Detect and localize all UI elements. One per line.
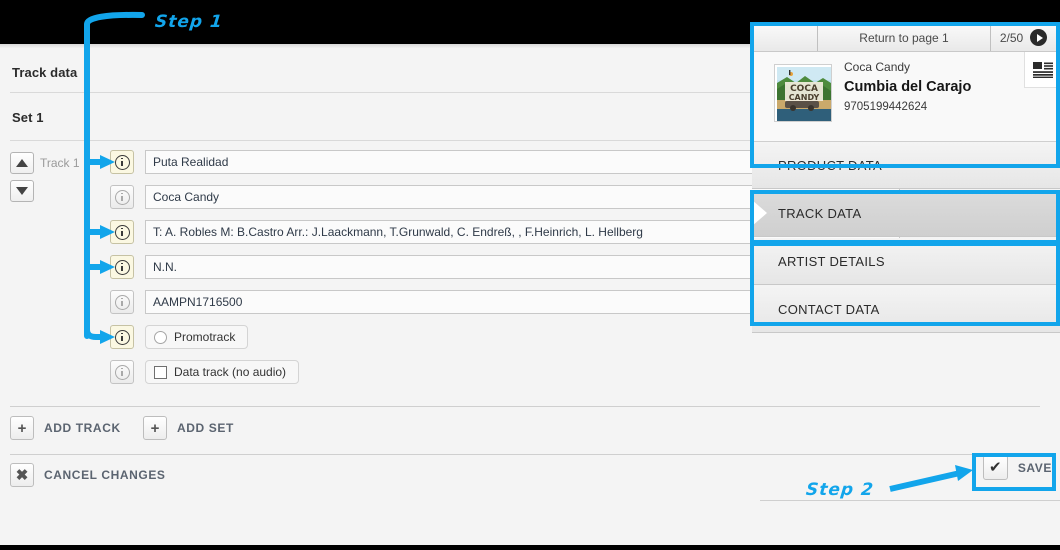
data-track-label: Data track (no audio) bbox=[174, 365, 287, 379]
info-icon bbox=[114, 154, 130, 170]
info-icon bbox=[114, 294, 130, 310]
move-track-up-button[interactable] bbox=[10, 152, 34, 174]
highlight-save-button bbox=[972, 453, 1056, 491]
checkbox-icon[interactable] bbox=[154, 365, 167, 379]
promotrack-label: Promotrack bbox=[174, 330, 236, 344]
radio-icon[interactable] bbox=[154, 330, 167, 344]
highlight-panel-bottom bbox=[750, 240, 1060, 326]
add-track-button[interactable]: + ADD TRACK bbox=[10, 416, 121, 440]
field-info-button[interactable] bbox=[110, 360, 134, 384]
field-info-button[interactable] bbox=[110, 325, 134, 349]
field-info-button[interactable] bbox=[110, 255, 134, 279]
info-icon bbox=[114, 259, 130, 275]
info-icon bbox=[114, 364, 130, 380]
set-title: Set 1 bbox=[12, 110, 44, 125]
page-title: Track data bbox=[12, 65, 78, 80]
divider bbox=[10, 454, 1040, 455]
info-icon bbox=[114, 329, 130, 345]
plus-icon: + bbox=[10, 416, 34, 440]
track-label: Track 1 bbox=[40, 156, 80, 170]
close-icon: ✖ bbox=[10, 463, 34, 487]
info-icon bbox=[114, 189, 130, 205]
triangle-up-icon bbox=[16, 159, 28, 167]
field-info-button[interactable] bbox=[110, 185, 134, 209]
add-set-button[interactable]: + ADD SET bbox=[143, 416, 234, 440]
cancel-changes-label: CANCEL CHANGES bbox=[44, 468, 166, 482]
cancel-changes-button[interactable]: ✖ CANCEL CHANGES bbox=[10, 463, 166, 487]
highlight-panel-top bbox=[750, 22, 1060, 168]
highlight-track-data-tab bbox=[750, 190, 1060, 246]
data-track-option[interactable]: Data track (no audio) bbox=[145, 360, 300, 384]
triangle-down-icon bbox=[16, 187, 28, 195]
field-info-button[interactable] bbox=[110, 150, 134, 174]
info-icon bbox=[114, 224, 130, 240]
promotrack-option[interactable]: Promotrack bbox=[145, 325, 249, 349]
field-info-button[interactable] bbox=[110, 290, 134, 314]
divider bbox=[10, 406, 1040, 407]
field-info-button[interactable] bbox=[110, 220, 134, 244]
annotation-step2-label: Step 2 bbox=[804, 480, 875, 500]
app-window: Track data Set 1 Track 1 Puta Realidad C… bbox=[0, 0, 1060, 550]
add-track-label: ADD TRACK bbox=[44, 421, 121, 435]
plus-icon: + bbox=[143, 416, 167, 440]
annotation-step1-label: Step 1 bbox=[153, 12, 224, 32]
add-set-label: ADD SET bbox=[177, 421, 234, 435]
divider bbox=[760, 500, 1060, 501]
move-track-down-button[interactable] bbox=[10, 180, 34, 202]
